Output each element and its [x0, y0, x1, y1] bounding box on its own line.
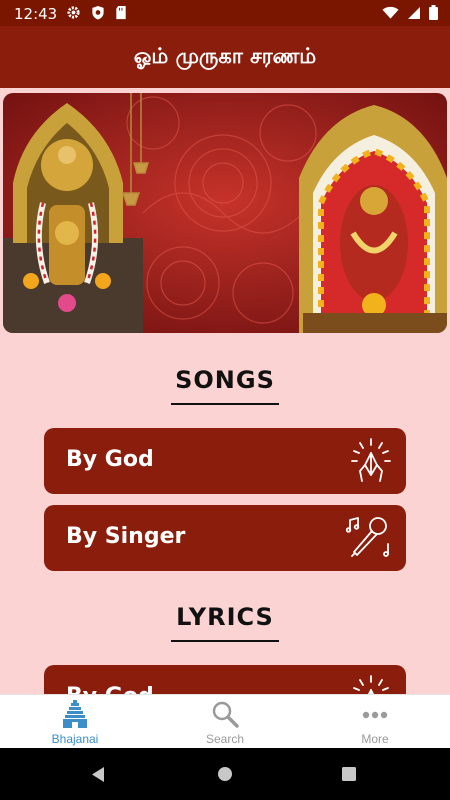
search-icon — [212, 701, 239, 728]
back-icon[interactable] — [90, 766, 106, 783]
home-icon[interactable] — [217, 766, 233, 782]
more-dots-icon — [362, 711, 388, 719]
signal-icon — [408, 6, 420, 19]
microphone-music-icon — [346, 517, 389, 557]
lyrics-title-underline — [171, 640, 279, 642]
nav-item-bhajanai[interactable]: Bhajanai — [0, 695, 150, 749]
songs-by-singer-button[interactable]: By Singer — [44, 505, 406, 571]
status-time: 12:43 — [14, 5, 58, 23]
wifi-icon — [382, 6, 399, 19]
banner-illustration — [3, 93, 447, 333]
status-left-icons — [66, 5, 127, 20]
temple-icon — [63, 700, 87, 728]
nav-label-more: More — [361, 732, 389, 746]
shield-icon — [92, 5, 104, 20]
nav-item-more[interactable]: More — [300, 695, 450, 749]
bottom-navigation: Bhajanai Search More — [0, 694, 450, 749]
praying-hands-icon — [351, 438, 391, 482]
nav-item-search[interactable]: Search — [150, 695, 300, 749]
songs-by-singer-label: By Singer — [66, 524, 186, 549]
settings-icon — [67, 6, 80, 19]
lyrics-section-title: LYRICS — [176, 603, 274, 631]
app-title: ஓம் முருகா சரணம் — [133, 43, 317, 68]
recents-icon[interactable] — [341, 766, 357, 782]
songs-by-god-button[interactable]: By God — [44, 428, 406, 494]
nav-label-search: Search — [205, 732, 245, 746]
nav-label-bhajanai: Bhajanai — [51, 732, 99, 746]
app-bar: ஓம் முருகா சரணம் — [0, 26, 450, 88]
sd-card-icon — [116, 5, 126, 20]
songs-section-title: SONGS — [175, 366, 275, 394]
status-right-icons — [382, 5, 438, 20]
songs-by-god-label: By God — [66, 447, 154, 472]
status-bar: 12:43 — [0, 0, 450, 26]
songs-title-underline — [171, 403, 279, 405]
system-navigation-bar — [0, 748, 450, 800]
battery-icon — [429, 5, 438, 20]
deity-banner-image — [3, 93, 447, 333]
